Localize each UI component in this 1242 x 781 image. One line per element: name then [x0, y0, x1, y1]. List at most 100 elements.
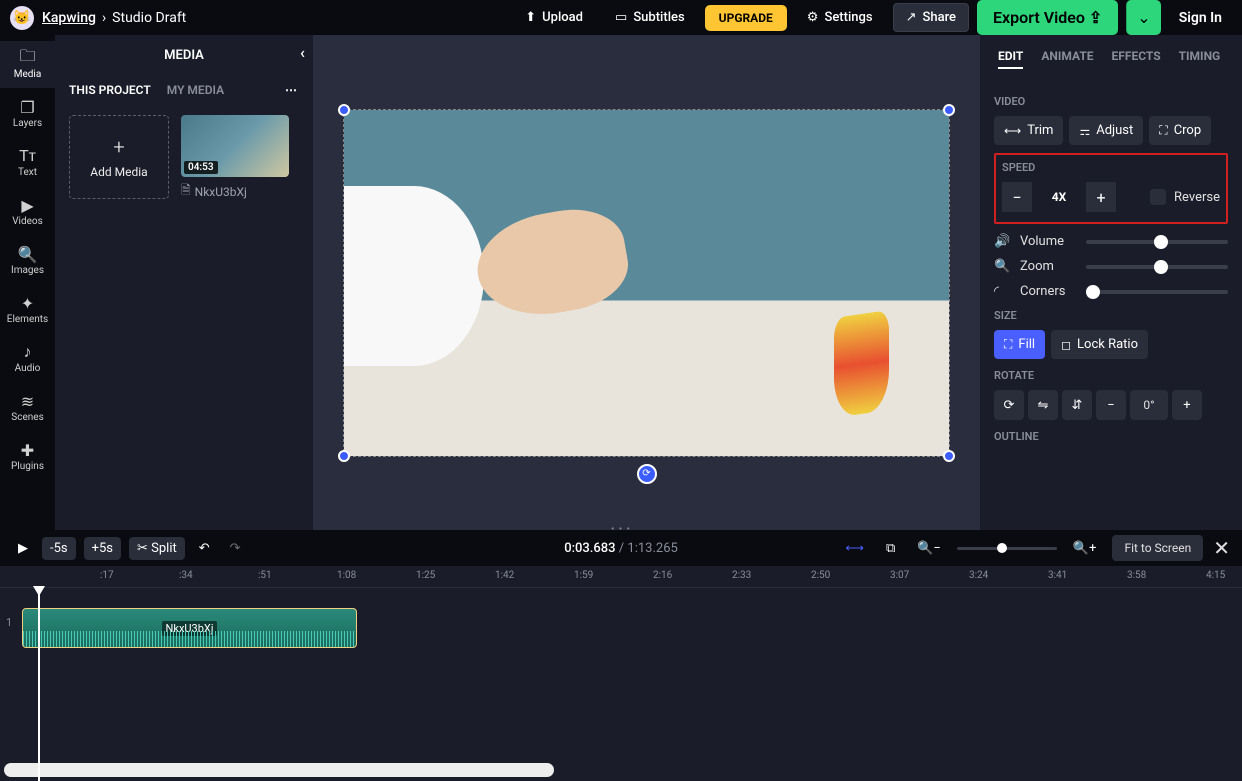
- rotate-cw-icon: ⟳: [1004, 398, 1015, 413]
- rotate-degrees[interactable]: 0°: [1130, 390, 1168, 420]
- split-label: Split: [151, 541, 177, 556]
- signin-button[interactable]: Sign In: [1169, 4, 1232, 32]
- rail-label: Videos: [12, 216, 43, 227]
- play-button[interactable]: ▶: [12, 537, 34, 560]
- tab-timing[interactable]: TIMING: [1179, 49, 1221, 69]
- tab-this-project[interactable]: THIS PROJECT: [69, 83, 151, 97]
- resize-handle-bl[interactable]: [338, 450, 350, 462]
- zoom-slider[interactable]: [1086, 265, 1228, 269]
- rail-scenes[interactable]: ≋Scenes: [0, 384, 55, 431]
- undo-button[interactable]: ↶: [193, 537, 216, 560]
- export-icon: ⇪: [1089, 8, 1102, 27]
- rail-label: Elements: [7, 314, 48, 325]
- rail-images[interactable]: 🔍Images: [0, 237, 55, 284]
- media-more-icon[interactable]: ⋯: [285, 83, 299, 97]
- resize-handle-tl[interactable]: [338, 104, 350, 116]
- rail-plugins[interactable]: ✚Plugins: [0, 433, 55, 480]
- rail-elements[interactable]: ✦Elements: [0, 286, 55, 333]
- tab-edit[interactable]: EDIT: [998, 49, 1023, 69]
- play-icon: ▶: [18, 541, 28, 556]
- rail-audio[interactable]: ♪Audio: [0, 335, 55, 382]
- tab-my-media[interactable]: MY MEDIA: [167, 83, 224, 97]
- left-rail: 🗀Media ❐Layers TᴛText ▶ Videos 🔍Images ✦E…: [0, 35, 55, 530]
- reverse-toggle[interactable]: Reverse: [1150, 189, 1220, 205]
- speed-increase-button[interactable]: +: [1086, 182, 1116, 212]
- lock-label: Lock Ratio: [1077, 337, 1138, 352]
- ruler-tick: :17: [100, 570, 114, 581]
- ruler-tick: 1:08: [337, 570, 356, 581]
- track-area[interactable]: 1 NkxU3bXj: [0, 588, 1242, 781]
- selected-clip-frame[interactable]: ⟳: [344, 110, 949, 456]
- media-icon: 🗀: [19, 49, 35, 67]
- back-5s-button[interactable]: -5s: [42, 537, 76, 560]
- lock-ratio-button[interactable]: ◻Lock Ratio: [1051, 330, 1148, 359]
- split-button[interactable]: ✂ Split: [129, 537, 185, 560]
- rail-layers[interactable]: ❐Layers: [0, 90, 55, 137]
- subtitles-label: Subtitles: [633, 10, 684, 25]
- share-button[interactable]: ↗ Share: [893, 3, 969, 32]
- flip-h-button[interactable]: ⇋: [1028, 390, 1058, 420]
- timeline-ruler[interactable]: :17:34:511:081:251:421:592:162:332:503:0…: [0, 566, 1242, 588]
- timeline[interactable]: :17:34:511:081:251:421:592:162:332:503:0…: [0, 566, 1242, 781]
- logo-icon[interactable]: 😺: [10, 6, 34, 30]
- adjust-button[interactable]: ⚎Adjust: [1069, 116, 1143, 145]
- volume-slider[interactable]: [1086, 240, 1228, 244]
- rotate-increase-button[interactable]: +: [1172, 390, 1202, 420]
- scrollbar[interactable]: [4, 763, 554, 777]
- volume-label: Volume: [1020, 234, 1076, 249]
- fit-to-screen-button[interactable]: Fit to Screen: [1112, 535, 1203, 561]
- fill-icon: ⛶: [1004, 337, 1012, 352]
- speed-decrease-button[interactable]: −: [1002, 182, 1032, 212]
- ruler-tick: 2:33: [732, 570, 751, 581]
- rail-videos[interactable]: ▶ Videos: [0, 188, 55, 235]
- timeline-zoom-slider[interactable]: [957, 547, 1057, 550]
- zoom-in-button[interactable]: 🔍+: [1067, 537, 1103, 560]
- zoom-in-icon: 🔍+: [1073, 541, 1097, 556]
- rotate-cw-button[interactable]: ⟳: [994, 390, 1024, 420]
- forward-5s-button[interactable]: +5s: [84, 537, 121, 560]
- tab-animate[interactable]: ANIMATE: [1041, 49, 1093, 69]
- add-media-button[interactable]: + Add Media: [69, 115, 169, 199]
- subtitles-button[interactable]: ▭ Subtitles: [603, 4, 697, 31]
- close-timeline-button[interactable]: ✕: [1213, 536, 1230, 560]
- resize-handle-tr[interactable]: [943, 104, 955, 116]
- crop-button[interactable]: ⛶Crop: [1149, 116, 1211, 145]
- resize-handle-icon[interactable]: • • •: [611, 524, 631, 535]
- brand-link[interactable]: Kapwing: [42, 10, 96, 26]
- adjust-icon: ⚎: [1079, 124, 1090, 138]
- fill-button[interactable]: ⛶Fill: [994, 330, 1045, 359]
- current-time: 0:03.683: [564, 541, 615, 556]
- resize-handle-br[interactable]: [943, 450, 955, 462]
- rotate-handle[interactable]: ⟳: [637, 464, 657, 484]
- media-clip[interactable]: 04:53 🗎 NkxU3bXj: [181, 115, 289, 202]
- minus-icon: −: [1012, 188, 1021, 207]
- plugins-icon: ✚: [21, 441, 34, 459]
- scenes-icon: ≋: [21, 392, 34, 410]
- upload-icon: ⬆: [525, 10, 536, 25]
- settings-button[interactable]: ⚙ Settings: [795, 4, 885, 31]
- collapse-panel-icon[interactable]: ‹: [300, 43, 305, 62]
- upload-button[interactable]: ⬆ Upload: [513, 4, 595, 31]
- zoom-out-button[interactable]: 🔍−: [911, 537, 947, 560]
- magnet-button[interactable]: ⧉: [880, 537, 901, 560]
- upgrade-button[interactable]: UPGRADE: [705, 5, 787, 31]
- ruler-tick: 4:15: [1206, 570, 1225, 581]
- reverse-checkbox[interactable]: [1150, 189, 1166, 205]
- playhead[interactable]: [38, 588, 40, 781]
- plus-icon: +: [1096, 188, 1105, 207]
- corners-slider[interactable]: [1086, 290, 1228, 294]
- redo-button[interactable]: ↷: [224, 537, 247, 560]
- export-dropdown[interactable]: ⌄: [1126, 0, 1160, 35]
- trim-button[interactable]: ⟷Trim: [994, 116, 1063, 145]
- project-name[interactable]: Studio Draft: [112, 10, 186, 26]
- rail-media[interactable]: 🗀Media: [0, 41, 55, 88]
- export-button[interactable]: Export Video ⇪: [977, 0, 1118, 35]
- videos-icon: ▶: [21, 196, 33, 214]
- flip-v-button[interactable]: ⇵: [1062, 390, 1092, 420]
- timeline-clip[interactable]: NkxU3bXj: [22, 608, 357, 648]
- snap-button[interactable]: ⟷: [839, 537, 870, 560]
- canvas[interactable]: ⟳: [313, 35, 980, 530]
- tab-effects[interactable]: EFFECTS: [1112, 49, 1161, 69]
- rail-text[interactable]: TᴛText: [0, 139, 55, 186]
- rotate-decrease-button[interactable]: −: [1096, 390, 1126, 420]
